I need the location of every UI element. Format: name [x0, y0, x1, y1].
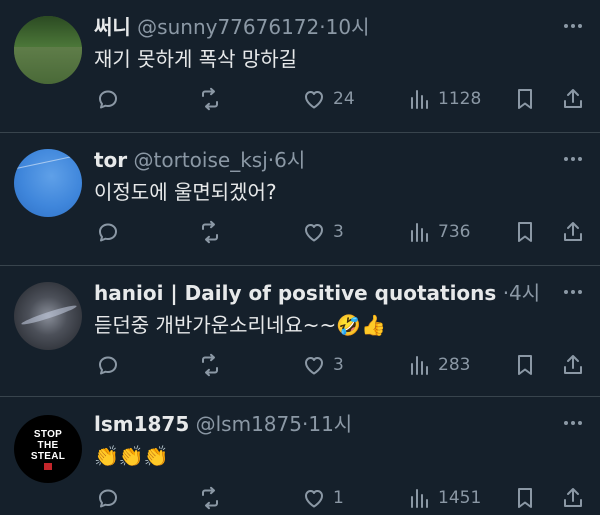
bookmark-icon [518, 488, 532, 508]
share-button[interactable] [561, 86, 585, 112]
like-count: 1 [333, 488, 344, 508]
more-options-icon[interactable] [560, 282, 586, 302]
like-button[interactable]: 3 [302, 352, 344, 378]
share-button[interactable] [561, 219, 585, 245]
like-count: 3 [333, 355, 344, 375]
retweet-icon [202, 87, 218, 111]
share-button[interactable] [561, 485, 585, 511]
retweet-button[interactable] [198, 352, 222, 378]
reply-icon [99, 90, 117, 109]
retweet-icon [202, 353, 218, 377]
views-button[interactable]: 1451 [407, 485, 481, 511]
timestamp[interactable]: 10시 [326, 15, 370, 39]
views-icon [411, 223, 428, 242]
reply-button[interactable] [96, 352, 120, 378]
heart-icon [305, 224, 323, 242]
view-count: 736 [438, 222, 471, 242]
tweet-text: 이정도에 울면되겠어? [94, 180, 277, 204]
tweet-header: tor @tortoise_ksj·6시 [94, 147, 305, 173]
tweet[interactable]: STOP THE STEAL lsm1875 @lsm1875·11시 👏👏👏 … [0, 397, 600, 515]
tweet-actions: 24 1128 [94, 86, 594, 112]
view-count: 1451 [438, 488, 482, 508]
bookmark-button[interactable] [513, 485, 537, 511]
share-icon [564, 355, 582, 374]
avatar[interactable] [14, 149, 82, 217]
tweet-actions: 3 283 [94, 352, 594, 378]
retweet-button[interactable] [198, 86, 222, 112]
share-icon [564, 488, 582, 507]
avatar-logo-text: STOP THE STEAL [31, 429, 65, 470]
like-count: 3 [333, 222, 344, 242]
tweet-text: 👏👏👏 [94, 444, 169, 468]
reply-icon [99, 223, 117, 242]
reply-icon [99, 356, 117, 375]
tweet[interactable]: hanioi | Daily of positive quotations ·4… [0, 266, 600, 397]
display-name[interactable]: lsm1875 [94, 412, 189, 436]
tweet-header: hanioi | Daily of positive quotations ·4… [94, 280, 540, 306]
timestamp[interactable]: 11시 [308, 412, 352, 436]
view-count: 283 [438, 355, 471, 375]
share-icon [564, 89, 582, 108]
heart-icon [305, 357, 323, 375]
bookmark-icon [518, 222, 532, 242]
user-handle[interactable]: @lsm1875 [196, 412, 302, 436]
more-options-icon[interactable] [560, 413, 586, 433]
display-name[interactable]: tor [94, 148, 127, 172]
tweet-header: 써니 @sunny77676172·10시 [94, 14, 369, 40]
heart-icon [305, 490, 323, 508]
avatar[interactable] [14, 16, 82, 84]
display-name[interactable]: hanioi | Daily of positive quotations [94, 281, 496, 305]
retweet-button[interactable] [198, 219, 222, 245]
views-button[interactable]: 736 [407, 219, 470, 245]
share-icon [564, 222, 582, 241]
heart-icon [305, 91, 323, 109]
view-count: 1128 [438, 89, 482, 109]
reply-button[interactable] [96, 219, 120, 245]
reply-icon [99, 489, 117, 508]
avatar[interactable]: STOP THE STEAL [14, 415, 82, 483]
retweet-button[interactable] [198, 485, 222, 511]
bookmark-icon [518, 89, 532, 109]
like-count: 24 [333, 89, 355, 109]
views-icon [411, 489, 428, 508]
tweet-header: lsm1875 @lsm1875·11시 [94, 411, 352, 437]
tweet-text: 재기 못하게 폭삭 망하길 [94, 47, 298, 71]
timestamp[interactable]: 4시 [509, 281, 540, 305]
timestamp[interactable]: 6시 [274, 148, 305, 172]
bookmark-button[interactable] [513, 219, 537, 245]
avatar[interactable] [14, 282, 82, 350]
more-options-icon[interactable] [560, 16, 586, 36]
retweet-icon [202, 220, 218, 244]
views-button[interactable]: 1128 [407, 86, 481, 112]
user-handle[interactable]: @sunny77676172 [137, 15, 319, 39]
tweet-actions: 3 736 [94, 219, 594, 245]
retweet-icon [202, 486, 218, 510]
like-button[interactable]: 3 [302, 219, 344, 245]
tweet[interactable]: tor @tortoise_ksj·6시 이정도에 울면되겠어? 3 736 [0, 133, 600, 266]
tweet-actions: 1 1451 [94, 485, 594, 511]
display-name[interactable]: 써니 [94, 15, 131, 39]
views-icon [411, 90, 428, 109]
user-handle[interactable]: @tortoise_ksj [134, 148, 268, 172]
bookmark-icon [518, 355, 532, 375]
bookmark-button[interactable] [513, 352, 537, 378]
reply-button[interactable] [96, 485, 120, 511]
tweet[interactable]: 써니 @sunny77676172·10시 재기 못하게 폭삭 망하길 24 1… [0, 0, 600, 133]
share-button[interactable] [561, 352, 585, 378]
views-icon [411, 356, 428, 375]
views-button[interactable]: 283 [407, 352, 470, 378]
reply-button[interactable] [96, 86, 120, 112]
more-options-icon[interactable] [560, 149, 586, 169]
bookmark-button[interactable] [513, 86, 537, 112]
tweet-text: 듣던중 개반가운소리네요~~🤣👍 [94, 313, 387, 337]
like-button[interactable]: 24 [302, 86, 355, 112]
like-button[interactable]: 1 [302, 485, 344, 511]
